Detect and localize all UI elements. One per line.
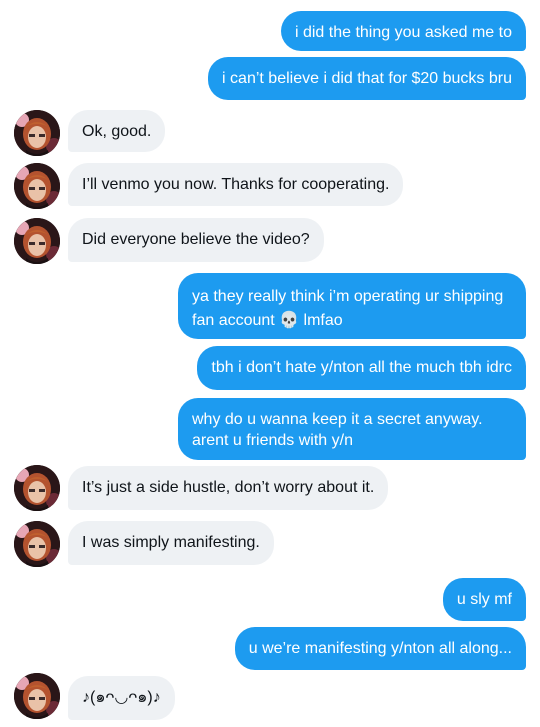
message-text: Ok, good.	[82, 123, 152, 140]
message-text: It’s just a side hustle, don’t worry abo…	[82, 479, 375, 496]
user-avatar-icon	[14, 218, 60, 264]
message-bubble-incoming[interactable]: It’s just a side hustle, don’t worry abo…	[68, 466, 389, 510]
message-bubble-incoming[interactable]: ♪(๑ᴖ◡ᴖ๑)♪	[68, 676, 175, 720]
avatar[interactable]	[14, 673, 60, 719]
message-text: i did the thing you asked me to	[294, 24, 512, 41]
message-text: why do u wanna keep it a secret anyway. …	[192, 411, 483, 449]
message-text: Did everyone believe the video?	[82, 231, 310, 248]
user-avatar-icon	[14, 465, 60, 511]
message-text: tbh i don’t hate y/nton all the much tbh…	[211, 359, 512, 376]
message-bubble-outgoing[interactable]: ya they really think i’m operating ur sh…	[178, 273, 526, 339]
message-bubble-incoming[interactable]: Did everyone believe the video?	[68, 218, 324, 262]
message-bubble-incoming[interactable]: I was simply manifesting.	[68, 521, 274, 565]
avatar[interactable]	[14, 465, 60, 511]
message-bubble-outgoing[interactable]: u sly mf	[442, 578, 526, 621]
message-text: i can’t believe i did that for $20 bucks…	[222, 70, 512, 87]
message-bubble-outgoing[interactable]: u we’re manifesting y/nton all along...	[234, 627, 526, 670]
message-bubble-outgoing[interactable]: tbh i don’t hate y/nton all the much tbh…	[197, 346, 526, 390]
user-avatar-icon	[14, 673, 60, 719]
message-text: u we’re manifesting y/nton all along...	[248, 640, 512, 657]
message-bubble-outgoing[interactable]: i can’t believe i did that for $20 bucks…	[208, 57, 526, 100]
user-avatar-icon	[14, 521, 60, 567]
user-avatar-icon	[14, 110, 60, 156]
avatar[interactable]	[14, 218, 60, 264]
message-text: ya they really think i’m operating ur sh…	[192, 288, 504, 329]
user-avatar-icon	[14, 163, 60, 209]
message-bubble-incoming[interactable]: I’ll venmo you now. Thanks for cooperati…	[68, 163, 404, 206]
avatar[interactable]	[14, 521, 60, 567]
message-text: ♪(๑ᴖ◡ᴖ๑)♪	[82, 689, 161, 706]
message-bubble-outgoing[interactable]: why do u wanna keep it a secret anyway. …	[178, 398, 526, 460]
avatar[interactable]	[14, 110, 60, 156]
message-text: I’ll venmo you now. Thanks for cooperati…	[82, 176, 390, 193]
avatar[interactable]	[14, 163, 60, 209]
message-text: u sly mf	[456, 591, 512, 608]
message-bubble-outgoing[interactable]: i did the thing you asked me to	[280, 11, 526, 51]
message-text: I was simply manifesting.	[82, 534, 260, 551]
message-bubble-incoming[interactable]: Ok, good.	[68, 110, 166, 152]
